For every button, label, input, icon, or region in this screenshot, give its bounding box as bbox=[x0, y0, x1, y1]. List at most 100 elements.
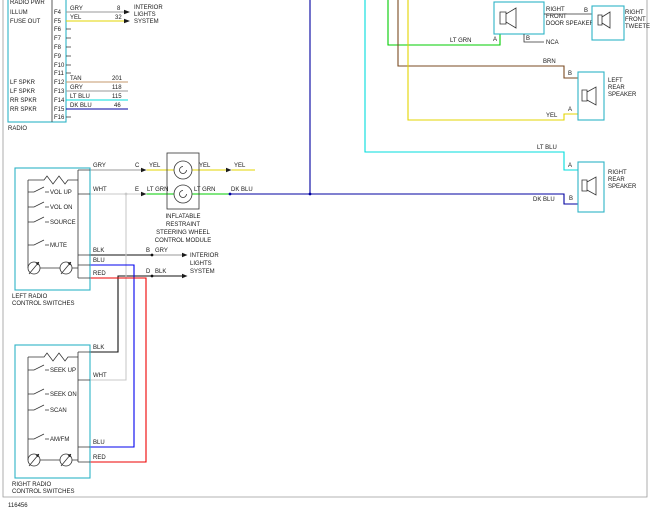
wire-color-label: DK BLU bbox=[70, 103, 92, 109]
radio-row-name: LF SPKR bbox=[10, 89, 36, 95]
pin-letter-label: B bbox=[526, 36, 530, 42]
junction-dot-dkblu bbox=[309, 193, 312, 196]
switch-label: SCAN bbox=[50, 408, 67, 414]
switch-label: VOL UP bbox=[50, 190, 72, 196]
component-label: RIGHT bbox=[608, 170, 627, 176]
coil-spiral-icon bbox=[180, 191, 187, 198]
wire-color-label: GRY bbox=[93, 163, 106, 169]
right-rear-speaker: LT BLU A DK BLU B RIGHT REAR SPEAKER bbox=[533, 145, 637, 212]
circuit-number-label: 118 bbox=[112, 85, 122, 91]
radio-connector: RADIO RADIO PWR ILLUM FUSE OUT LF SPKR L… bbox=[8, 0, 163, 132]
radio-row-name: RR SPKR bbox=[10, 107, 37, 113]
wire-color-label: LT BLU bbox=[537, 145, 557, 151]
component-label: FRONT bbox=[546, 14, 567, 20]
radio-pin-label: F14 bbox=[54, 98, 65, 104]
circuit-number-label: 46 bbox=[114, 103, 121, 109]
switch-label: VOL ON bbox=[50, 205, 72, 211]
wire-color-label: BLU bbox=[93, 440, 105, 446]
arrow-icon bbox=[124, 10, 130, 15]
radio-pin-label: F10 bbox=[54, 63, 65, 69]
wire-color-label: BRN bbox=[543, 59, 556, 65]
component-label: RIGHT RADIO bbox=[12, 482, 52, 488]
wire-color-label: WHT bbox=[93, 187, 107, 193]
radio-row-name: RADIO PWR bbox=[10, 0, 45, 6]
doc-number: 116456 bbox=[8, 503, 28, 509]
pin-letter-label: B bbox=[584, 8, 588, 14]
radio-row-name: LF SPKR bbox=[10, 80, 36, 86]
coil-icon bbox=[174, 161, 192, 179]
coil-spiral-icon bbox=[180, 167, 187, 174]
component-label: DOOR SPEAKER bbox=[546, 21, 595, 27]
wire-blu-chain bbox=[90, 265, 134, 447]
radio-pin-label: F7 bbox=[54, 36, 62, 42]
arrow-icon bbox=[182, 274, 188, 278]
system-ref-text: INTERIOR bbox=[190, 253, 219, 259]
wire-color-label: LT GRN bbox=[147, 187, 168, 193]
radio-pin-label: F8 bbox=[54, 45, 62, 51]
arrow-icon bbox=[141, 168, 147, 172]
radio-pin-label: F6 bbox=[54, 27, 62, 33]
wire-color-label: DK BLU bbox=[533, 197, 555, 203]
pin-letter-label: A bbox=[568, 107, 572, 113]
interior-lights-breakout: B GRY D BLK INTERIOR LIGHTS SYSTEM bbox=[90, 248, 219, 352]
wire-color-label: DK BLU bbox=[231, 187, 253, 193]
module-label: STEERING WHEEL bbox=[156, 230, 210, 236]
system-ref-text: LIGHTS bbox=[190, 261, 212, 267]
pin-letter-label: D bbox=[146, 269, 151, 275]
radio-pin-label: F9 bbox=[54, 54, 62, 60]
junction-dot bbox=[151, 254, 154, 257]
pin-letter-label: A bbox=[568, 163, 572, 169]
wire-color-label: YEL bbox=[70, 15, 82, 21]
circuit-number-label: 32 bbox=[115, 15, 122, 21]
junction-dot bbox=[151, 275, 154, 278]
pin-letter-label: C bbox=[135, 163, 140, 169]
wiring-diagram-page: 116456 RADIO RADIO PWR ILLUM FUSE OUT LF… bbox=[0, 0, 650, 520]
radio-pin-label: F13 bbox=[54, 89, 65, 95]
radio-pin-label: F5 bbox=[54, 19, 62, 25]
radio-row-name: RR SPKR bbox=[10, 98, 37, 104]
nca-label: NCA bbox=[546, 40, 559, 46]
wire-color-label: WHT bbox=[93, 373, 107, 379]
system-ref-text: SYSTEM bbox=[190, 269, 215, 275]
switch-label: SOURCE bbox=[50, 220, 76, 226]
pin-letter-label: B bbox=[146, 248, 150, 254]
component-label: RIGHT bbox=[625, 10, 644, 16]
module-label: INFLATABLE bbox=[165, 214, 200, 220]
wire-blk-d-chain bbox=[90, 276, 152, 352]
component-label: LEFT RADIO bbox=[12, 294, 48, 300]
system-ref-text: INTERIOR bbox=[134, 5, 163, 11]
component-label: CONTROL SWITCHES bbox=[12, 489, 74, 495]
wire-color-label: LT GRN bbox=[194, 187, 215, 193]
radio-pin-label: F15 bbox=[54, 107, 65, 113]
door-speaker-box bbox=[494, 2, 544, 34]
right-radio-control-switches: SEEK UP SEEK ON SCAN AM/FM BLK WHT BLU R… bbox=[12, 345, 107, 495]
left-switches-box bbox=[15, 168, 90, 290]
component-label: TWEETER bbox=[625, 24, 650, 30]
wire-lt-grn bbox=[388, 0, 500, 45]
pin-letter-label: B bbox=[569, 196, 573, 202]
tweeter-box bbox=[592, 6, 624, 40]
left-rear-speaker: BRN B YEL A LEFT REAR SPEAKER bbox=[543, 59, 637, 120]
switch-label: AM/FM bbox=[50, 437, 69, 443]
coil-icon bbox=[174, 185, 192, 203]
interior-lights-system-ref-top: INTERIOR LIGHTS SYSTEM bbox=[134, 5, 163, 25]
switch-label: SEEK UP bbox=[50, 368, 76, 374]
pin-letter-label: A bbox=[493, 37, 497, 43]
wire-color-label: LT GRN bbox=[450, 38, 471, 44]
arrow-icon bbox=[124, 19, 130, 24]
steering-wheel-control-module: GRY C YEL YEL YEL WHT E LT GRN LT GRN DK… bbox=[90, 153, 255, 244]
junction-dot-wht bbox=[125, 193, 128, 196]
system-ref-text: SYSTEM bbox=[134, 19, 159, 25]
wire-color-label: BLK bbox=[155, 269, 166, 275]
module-label: RESTRAINT bbox=[166, 222, 200, 228]
wire-color-label: BLK bbox=[93, 248, 104, 254]
radio-label: RADIO bbox=[8, 126, 27, 132]
circuit-number-label: 201 bbox=[112, 76, 123, 82]
wire-color-label: GRY bbox=[155, 248, 168, 254]
system-ref-text: LIGHTS bbox=[134, 12, 156, 18]
wire-dk-blu-main bbox=[230, 194, 578, 204]
wire-color-label: GRY bbox=[70, 85, 83, 91]
wire-color-label: YEL bbox=[199, 163, 211, 169]
wire-color-label: RED bbox=[93, 455, 106, 461]
pin-letter-label: E bbox=[135, 187, 139, 193]
